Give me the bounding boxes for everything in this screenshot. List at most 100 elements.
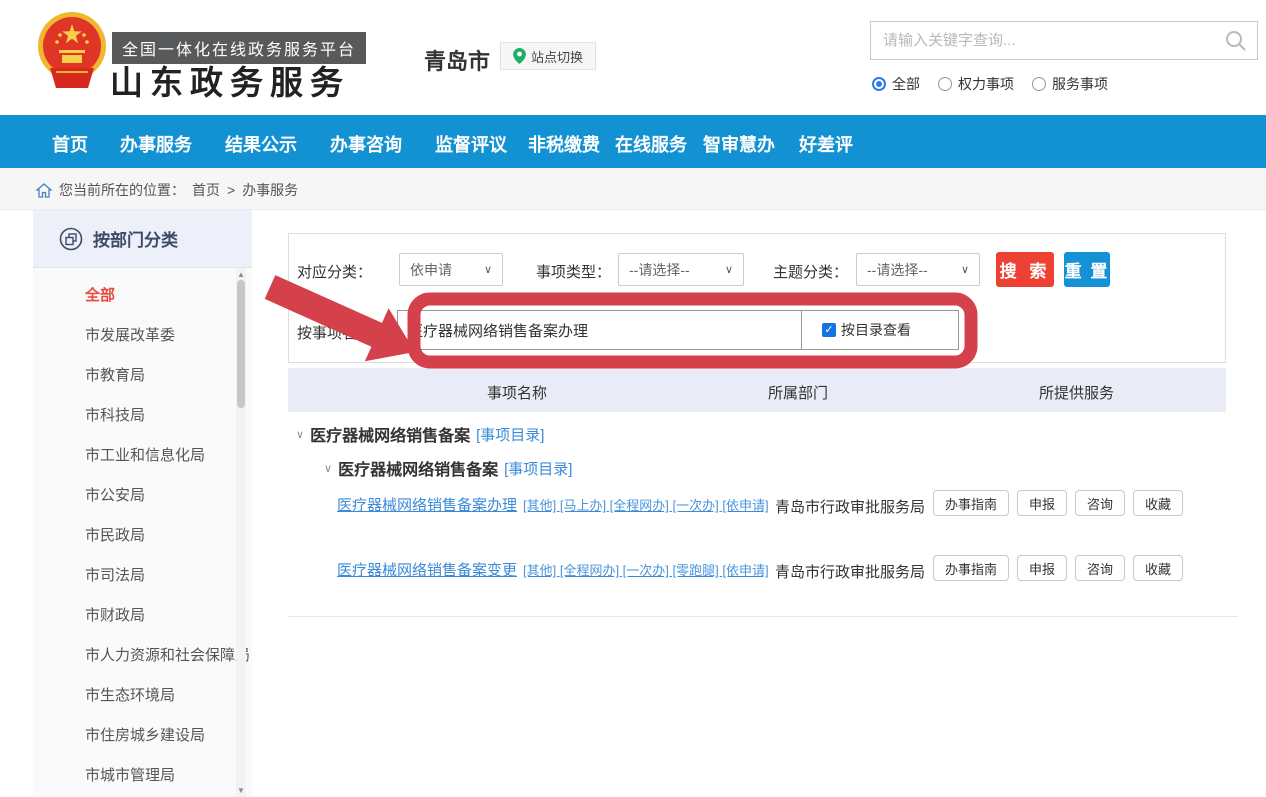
- category-select-value: 依申请: [410, 260, 452, 280]
- sidebar-header: 按部门分类: [33, 210, 252, 268]
- sidebar-item-zhujian[interactable]: 市住房城乡建设局: [33, 716, 252, 756]
- item-name-input[interactable]: [398, 311, 802, 349]
- catalog-view-checkbox[interactable]: ✓: [822, 323, 836, 337]
- column-header-name: 事项名称: [487, 382, 547, 403]
- results-divider: [288, 616, 1238, 617]
- item-department: 青岛市行政审批服务局: [775, 496, 925, 517]
- search-button[interactable]: 搜 索: [996, 252, 1054, 287]
- column-header-department: 所属部门: [768, 382, 828, 403]
- sidebar-item-gongxinju[interactable]: 市工业和信息化局: [33, 436, 252, 476]
- item-name: 医疗器械网络销售备案办理: [337, 497, 517, 514]
- breadcrumb-prefix: 您当前所在的位置：: [59, 180, 185, 200]
- scrollbar-thumb[interactable]: [237, 280, 245, 408]
- scope-option-power[interactable]: 权力事项: [938, 74, 1014, 94]
- item-tags: [其他] [马上办] [全程网办] [一次办] [依申请]: [523, 498, 769, 513]
- item-name: 医疗器械网络销售备案变更: [337, 562, 517, 579]
- scope-option-service[interactable]: 服务事项: [1032, 74, 1108, 94]
- chevron-down-icon: ∨: [484, 263, 492, 276]
- breadcrumb: 您当前所在的位置： 首页 > 办事服务: [36, 180, 298, 200]
- sidebar-item-minzhengju[interactable]: 市民政局: [33, 516, 252, 556]
- catalog-link[interactable]: [事项目录]: [504, 458, 572, 479]
- nav-item-services[interactable]: 办事服务: [120, 131, 192, 157]
- collapse-caret-icon[interactable]: ∨: [324, 462, 332, 475]
- radio-icon: [938, 77, 952, 91]
- category-icon: [59, 227, 83, 251]
- sidebar-item-caizhengju[interactable]: 市财政局: [33, 596, 252, 636]
- column-header-services: 所提供服务: [1039, 382, 1114, 403]
- results-table-header: 事项名称 所属部门 所提供服务: [288, 368, 1226, 412]
- favorite-button[interactable]: 收藏: [1133, 555, 1183, 581]
- keyword-search-input[interactable]: [871, 32, 1225, 49]
- item-tags: [其他] [全程网办] [一次办] [零跑腿] [依申请]: [523, 563, 769, 578]
- nav-item-online[interactable]: 在线服务: [615, 131, 687, 157]
- item-department: 青岛市行政审批服务局: [775, 561, 925, 582]
- sidebar-item-chengguan[interactable]: 市城市管理局: [33, 756, 252, 796]
- breadcrumb-current[interactable]: 办事服务: [242, 180, 298, 200]
- scope-option-all[interactable]: 全部: [872, 74, 920, 94]
- scope-option-power-label: 权力事项: [958, 74, 1014, 94]
- theme-select-value: --请选择--: [867, 260, 928, 280]
- category-filter-label: 对应分类：: [297, 261, 372, 282]
- type-select[interactable]: --请选择-- ∨: [618, 253, 744, 286]
- site-switch-button[interactable]: 站点切换: [500, 42, 596, 70]
- apply-button[interactable]: 申报: [1017, 555, 1067, 581]
- radio-selected-icon: [872, 77, 886, 91]
- search-icon[interactable]: [1225, 30, 1247, 52]
- nav-item-results[interactable]: 结果公示: [225, 131, 297, 157]
- item-name-label: 按事项名称：: [297, 322, 387, 343]
- result-group-level1: ∨ 医疗器械网络销售备案 [事项目录]: [296, 422, 544, 446]
- nav-item-consult[interactable]: 办事咨询: [330, 131, 402, 157]
- catalog-view-label: 按目录查看: [841, 320, 911, 340]
- header: 全国一体化在线政务服务平台 山东政务服务 青岛市 站点切换 全部 权力: [0, 0, 1266, 115]
- nav-item-supervision[interactable]: 监督评议: [435, 131, 507, 157]
- main-nav: 首页 办事服务 结果公示 办事咨询 监督评议 非税缴费 在线服务 智审慧办 好差…: [0, 115, 1266, 168]
- collapse-caret-icon[interactable]: ∨: [296, 428, 304, 441]
- breadcrumb-bar: 您当前所在的位置： 首页 > 办事服务: [0, 168, 1266, 210]
- group-title: 医疗器械网络销售备案: [310, 422, 470, 446]
- scroll-up-icon[interactable]: ▲: [236, 270, 246, 280]
- item-link-biangeng[interactable]: 医疗器械网络销售备案变更 [其他] [全程网办] [一次办] [零跑腿] [依申请…: [337, 559, 769, 580]
- radio-icon: [1032, 77, 1046, 91]
- breadcrumb-home-link[interactable]: 首页: [192, 180, 220, 200]
- consult-button[interactable]: 咨询: [1075, 555, 1125, 581]
- category-select[interactable]: 依申请 ∨: [399, 253, 503, 286]
- scroll-down-icon[interactable]: ▼: [236, 786, 246, 796]
- theme-filter-label: 主题分类：: [773, 261, 848, 282]
- item-name-search-group: ✓ 按目录查看: [397, 310, 959, 350]
- sidebar-item-kejiju[interactable]: 市科技局: [33, 396, 252, 436]
- search-scope-options: 全部 权力事项 服务事项: [872, 74, 1108, 94]
- page: 全国一体化在线政务服务平台 山东政务服务 青岛市 站点切换 全部 权力: [0, 0, 1266, 797]
- sidebar-item-renshe[interactable]: 市人力资源和社会保障局: [33, 636, 252, 676]
- guide-button[interactable]: 办事指南: [933, 555, 1009, 581]
- city-name: 青岛市: [424, 44, 490, 76]
- chevron-down-icon: ∨: [961, 263, 969, 276]
- nav-item-home[interactable]: 首页: [52, 131, 88, 157]
- item-actions: 办事指南 申报 咨询 收藏: [933, 490, 1183, 516]
- chevron-down-icon: ∨: [725, 263, 733, 276]
- sidebar-item-fagaiwei[interactable]: 市发展改革委: [33, 316, 252, 356]
- nav-item-smart[interactable]: 智审慧办: [703, 131, 775, 157]
- nav-item-rating[interactable]: 好差评: [799, 131, 853, 157]
- guide-button[interactable]: 办事指南: [933, 490, 1009, 516]
- sidebar-item-gonganju[interactable]: 市公安局: [33, 476, 252, 516]
- favorite-button[interactable]: 收藏: [1133, 490, 1183, 516]
- nav-item-nontax[interactable]: 非税缴费: [528, 131, 600, 157]
- sidebar-item-jiaoyuju[interactable]: 市教育局: [33, 356, 252, 396]
- result-group-level2: ∨ 医疗器械网络销售备案 [事项目录]: [324, 456, 572, 480]
- sidebar-item-shengtai[interactable]: 市生态环境局: [33, 676, 252, 716]
- reset-button[interactable]: 重 置: [1064, 252, 1110, 287]
- sidebar-item-all[interactable]: 全部: [33, 276, 252, 316]
- scope-option-all-label: 全部: [892, 74, 920, 94]
- item-link-banli[interactable]: 医疗器械网络销售备案办理 [其他] [马上办] [全程网办] [一次办] [依申请…: [337, 494, 769, 515]
- check-icon: ✓: [824, 325, 833, 336]
- location-pin-icon: [513, 48, 526, 64]
- site-title: 山东政务服务: [110, 56, 350, 104]
- sidebar-item-sifaju[interactable]: 市司法局: [33, 556, 252, 596]
- catalog-view-option: ✓ 按目录查看: [802, 311, 958, 349]
- group-title: 医疗器械网络销售备案: [338, 456, 498, 480]
- apply-button[interactable]: 申报: [1017, 490, 1067, 516]
- item-actions: 办事指南 申报 咨询 收藏: [933, 555, 1183, 581]
- consult-button[interactable]: 咨询: [1075, 490, 1125, 516]
- theme-select[interactable]: --请选择-- ∨: [856, 253, 980, 286]
- catalog-link[interactable]: [事项目录]: [476, 424, 544, 445]
